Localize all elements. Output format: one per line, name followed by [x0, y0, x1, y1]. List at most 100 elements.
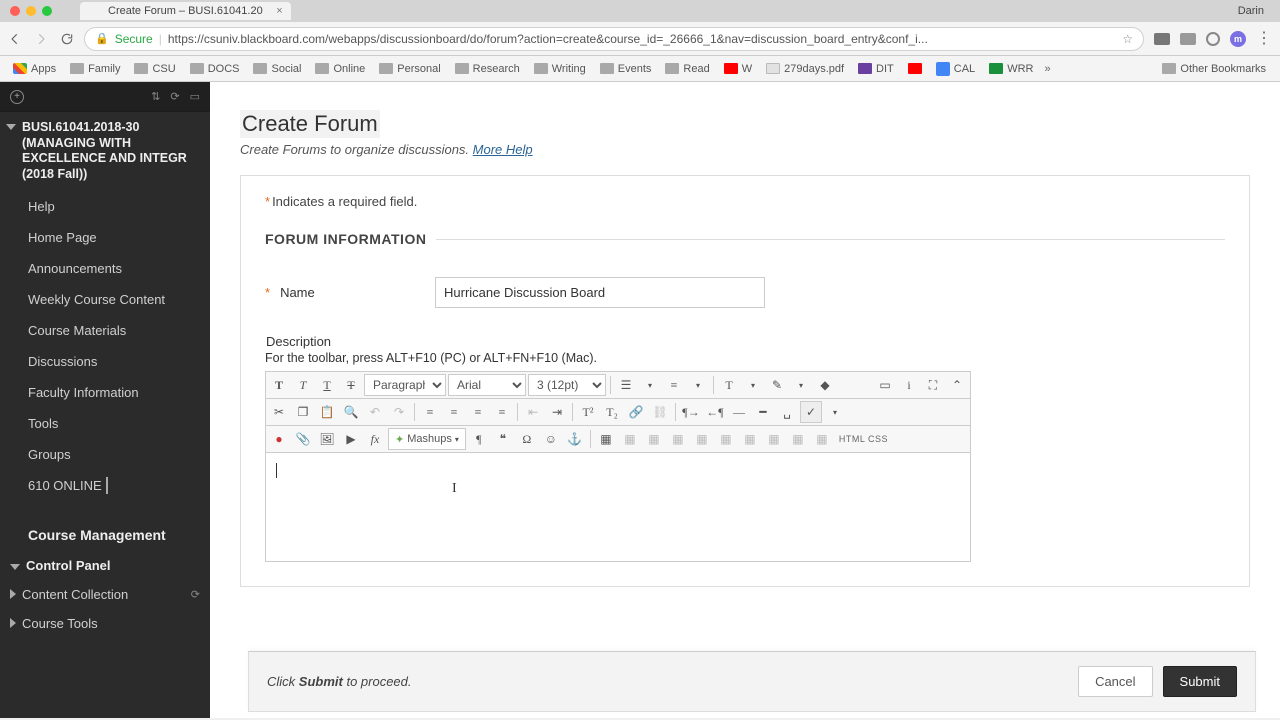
bookmark-apps[interactable]: Apps	[8, 61, 61, 77]
link-icon[interactable]: 🔗	[625, 401, 647, 423]
format-select[interactable]: Paragraph	[364, 374, 446, 396]
sidebar-item-control-panel[interactable]: Control Panel	[0, 551, 210, 580]
sidebar-item-homepage[interactable]: Home Page	[0, 222, 210, 253]
submit-button[interactable]: Submit	[1163, 666, 1237, 697]
indent-icon[interactable]: ⇥	[546, 401, 568, 423]
symbol-icon[interactable]: Ω	[516, 428, 538, 450]
align-center-icon[interactable]: ≡	[443, 401, 465, 423]
sidebar-item-faculty[interactable]: Faculty Information	[0, 377, 210, 408]
align-left-icon[interactable]: ≡	[419, 401, 441, 423]
table-col-icon[interactable]: ▦	[643, 428, 665, 450]
align-right-icon[interactable]: ≡	[467, 401, 489, 423]
minimize-window-icon[interactable]	[26, 6, 36, 16]
superscript-icon[interactable]: T²	[577, 401, 599, 423]
name-input[interactable]	[435, 277, 765, 308]
folder-view-icon[interactable]: ▭	[190, 90, 200, 103]
sidebar-item-content-collection[interactable]: Content Collection ⟳	[0, 580, 210, 609]
sidebar-item-tools[interactable]: Tools	[0, 408, 210, 439]
bookmark-link[interactable]: 279days.pdf	[761, 61, 849, 77]
fx-icon[interactable]: fx	[364, 428, 386, 450]
sidebar-item-groups[interactable]: Groups	[0, 439, 210, 470]
extension-m-icon[interactable]: m	[1230, 31, 1246, 47]
dropdown-icon[interactable]: ▾	[639, 374, 661, 396]
table-merge-icon[interactable]: ▦	[739, 428, 761, 450]
mashups-button[interactable]: ✦Mashups▾	[388, 428, 466, 450]
bookmark-folder[interactable]: CSU	[129, 61, 180, 77]
cancel-button[interactable]: Cancel	[1078, 666, 1152, 697]
bookmark-link[interactable]	[903, 61, 927, 76]
dropdown-icon[interactable]: ▾	[824, 401, 846, 423]
browser-tab[interactable]: Create Forum – BUSI.61041.20 ×	[80, 2, 291, 20]
hr-icon[interactable]: ━	[752, 401, 774, 423]
image-icon[interactable]: 🖼	[316, 428, 338, 450]
bookmarks-overflow-icon[interactable]: »	[1044, 63, 1050, 75]
subscript-icon[interactable]: T₂	[601, 401, 623, 423]
record-icon[interactable]: ●	[268, 428, 290, 450]
table-del-col-icon[interactable]: ▦	[715, 428, 737, 450]
highlight-icon[interactable]: ✎	[766, 374, 788, 396]
bookmark-folder[interactable]: Read	[660, 61, 714, 77]
collapse-icon[interactable]: ⌃	[946, 374, 968, 396]
font-select[interactable]: Arial	[448, 374, 526, 396]
outdent-icon[interactable]: ⇤	[522, 401, 544, 423]
sidebar-item-course-materials[interactable]: Course Materials	[0, 315, 210, 346]
close-tab-icon[interactable]: ×	[276, 5, 282, 17]
paste-icon[interactable]: 📋	[316, 401, 338, 423]
bullet-list-icon[interactable]: ☰	[615, 374, 637, 396]
emoticon-icon[interactable]: ☺	[540, 428, 562, 450]
more-help-link[interactable]: More Help	[473, 142, 533, 157]
underline-icon[interactable]: T	[316, 374, 338, 396]
rtl-icon[interactable]: ←¶	[704, 401, 726, 423]
bookmark-folder[interactable]: Family	[65, 61, 125, 77]
bookmark-folder[interactable]: Personal	[374, 61, 445, 77]
dropdown-icon[interactable]: ▾	[790, 374, 812, 396]
bookmark-link[interactable]: DIT	[853, 61, 899, 77]
bookmark-folder[interactable]: Social	[248, 61, 306, 77]
course-title-row[interactable]: BUSI.61041.2018-30 (MANAGING WITH EXCELL…	[0, 112, 210, 191]
align-justify-icon[interactable]: ≡	[491, 401, 513, 423]
table-icon[interactable]: ▦	[595, 428, 617, 450]
sidebar-item-weekly-content[interactable]: Weekly Course Content	[0, 284, 210, 315]
bookmark-folder[interactable]: Research	[450, 61, 525, 77]
table-cell-props-icon[interactable]: ▦	[811, 428, 833, 450]
media-icon[interactable]: ▶	[340, 428, 362, 450]
expand-icon[interactable]: ⟳	[191, 588, 200, 601]
attach-icon[interactable]: 📎	[292, 428, 314, 450]
bookmark-link[interactable]: W	[719, 61, 757, 77]
nbsp-icon[interactable]: ␣	[776, 401, 798, 423]
back-icon[interactable]	[8, 32, 22, 46]
refresh-icon[interactable]: ⟳	[170, 90, 179, 103]
table-split-icon[interactable]: ▦	[763, 428, 785, 450]
table-cell-icon[interactable]: ▦	[667, 428, 689, 450]
bookmark-star-icon[interactable]: ☆	[1122, 32, 1133, 46]
text-color-icon[interactable]: T	[718, 374, 740, 396]
extension-icon[interactable]	[1180, 33, 1196, 45]
help-icon[interactable]: i	[898, 374, 920, 396]
table-row-icon[interactable]: ▦	[619, 428, 641, 450]
clear-format-icon[interactable]: ◆	[814, 374, 836, 396]
strike-icon[interactable]: T	[340, 374, 362, 396]
close-window-icon[interactable]	[10, 6, 20, 16]
extension-icon[interactable]	[1206, 32, 1220, 46]
bookmark-folder[interactable]: DOCS	[185, 61, 245, 77]
ltr-icon[interactable]: ¶→	[680, 401, 702, 423]
unlink-icon[interactable]: ⛓	[649, 401, 671, 423]
table-props-icon[interactable]: ▦	[787, 428, 809, 450]
spellcheck-icon[interactable]: ✓	[800, 401, 822, 423]
sidebar-item-discussions[interactable]: Discussions	[0, 346, 210, 377]
bookmark-link[interactable]: CAL	[931, 60, 980, 78]
copy-icon[interactable]: ❐	[292, 401, 314, 423]
anchor-icon[interactable]: ⚓	[564, 428, 586, 450]
preview-icon[interactable]: ▭	[874, 374, 896, 396]
cut-icon[interactable]: ✂	[268, 401, 290, 423]
add-menu-icon[interactable]: +	[10, 90, 24, 104]
size-select[interactable]: 3 (12pt)	[528, 374, 606, 396]
extension-icon[interactable]	[1154, 33, 1170, 45]
profile-name[interactable]: Darin	[1222, 5, 1280, 17]
blockquote-icon[interactable]: ❝	[492, 428, 514, 450]
sidebar-item-online[interactable]: 610 ONLINE	[0, 470, 210, 501]
italic-icon[interactable]: T	[292, 374, 314, 396]
html-css-button[interactable]: HTML CSS	[835, 428, 892, 450]
show-blocks-icon[interactable]: ¶	[468, 428, 490, 450]
bookmark-link[interactable]: WRR	[984, 61, 1038, 77]
